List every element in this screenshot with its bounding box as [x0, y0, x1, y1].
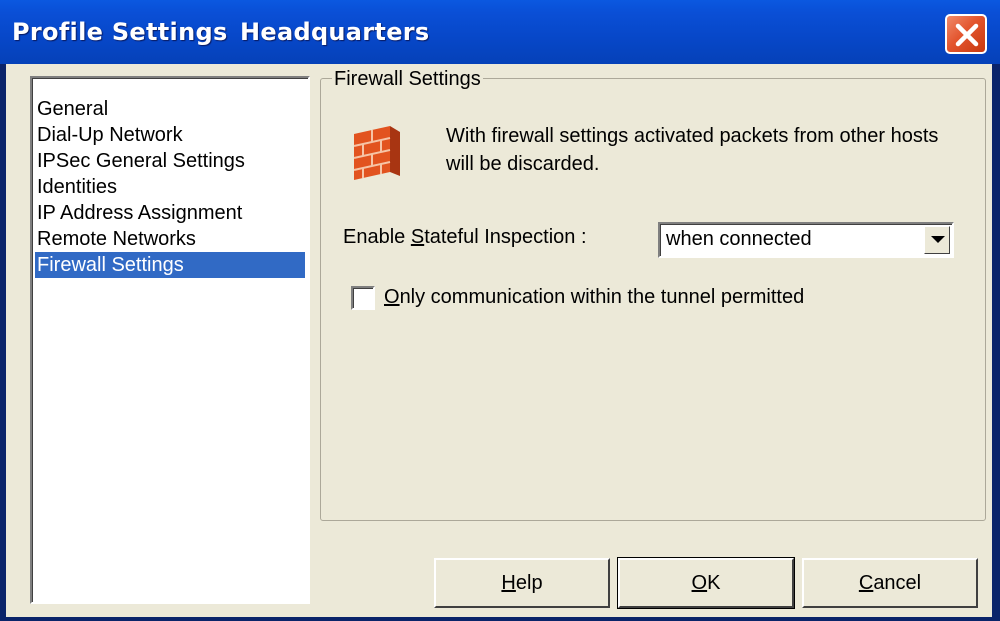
sidebar-item-ip-address-assignment[interactable]: IP Address Assignment: [35, 200, 305, 226]
sidebar-item-identities[interactable]: Identities: [35, 174, 305, 200]
stateful-inspection-value: when connected: [666, 228, 812, 250]
chevron-down-icon: [931, 236, 945, 243]
category-list[interactable]: General Dial-Up Network IPSec General Se…: [30, 76, 310, 604]
group-title: Firewall Settings: [332, 68, 483, 91]
brick-wall-icon: [353, 126, 400, 180]
sidebar-item-remote-networks[interactable]: Remote Networks: [35, 226, 305, 252]
sidebar-item-general[interactable]: General: [35, 96, 305, 122]
ok-button[interactable]: OK: [617, 557, 795, 609]
profile-name: Headquarters: [240, 18, 430, 46]
dialog-body: General Dial-Up Network IPSec General Se…: [6, 64, 992, 617]
title-bar[interactable]: Profile Settings Headquarters: [0, 0, 1000, 64]
help-button[interactable]: Help: [434, 558, 610, 608]
cancel-button[interactable]: Cancel: [802, 558, 978, 608]
close-button[interactable]: [945, 14, 987, 54]
window-title: Profile Settings: [12, 18, 228, 46]
close-icon: [955, 23, 979, 47]
stateful-inspection-label: Enable Stateful Inspection :: [343, 226, 587, 248]
profile-settings-window: Profile Settings Headquarters General Di…: [0, 0, 1000, 621]
sidebar-item-dial-up-network[interactable]: Dial-Up Network: [35, 122, 305, 148]
tunnel-only-label[interactable]: Only communication within the tunnel per…: [384, 286, 804, 309]
firewall-description: With firewall settings activated packets…: [446, 125, 939, 175]
sidebar-item-firewall-settings[interactable]: Firewall Settings: [35, 252, 305, 278]
tunnel-only-checkbox[interactable]: [351, 286, 375, 310]
stateful-inspection-select[interactable]: when connected: [658, 222, 954, 258]
sidebar-item-ipsec-general-settings[interactable]: IPSec General Settings: [35, 148, 305, 174]
dropdown-button[interactable]: [924, 226, 950, 254]
